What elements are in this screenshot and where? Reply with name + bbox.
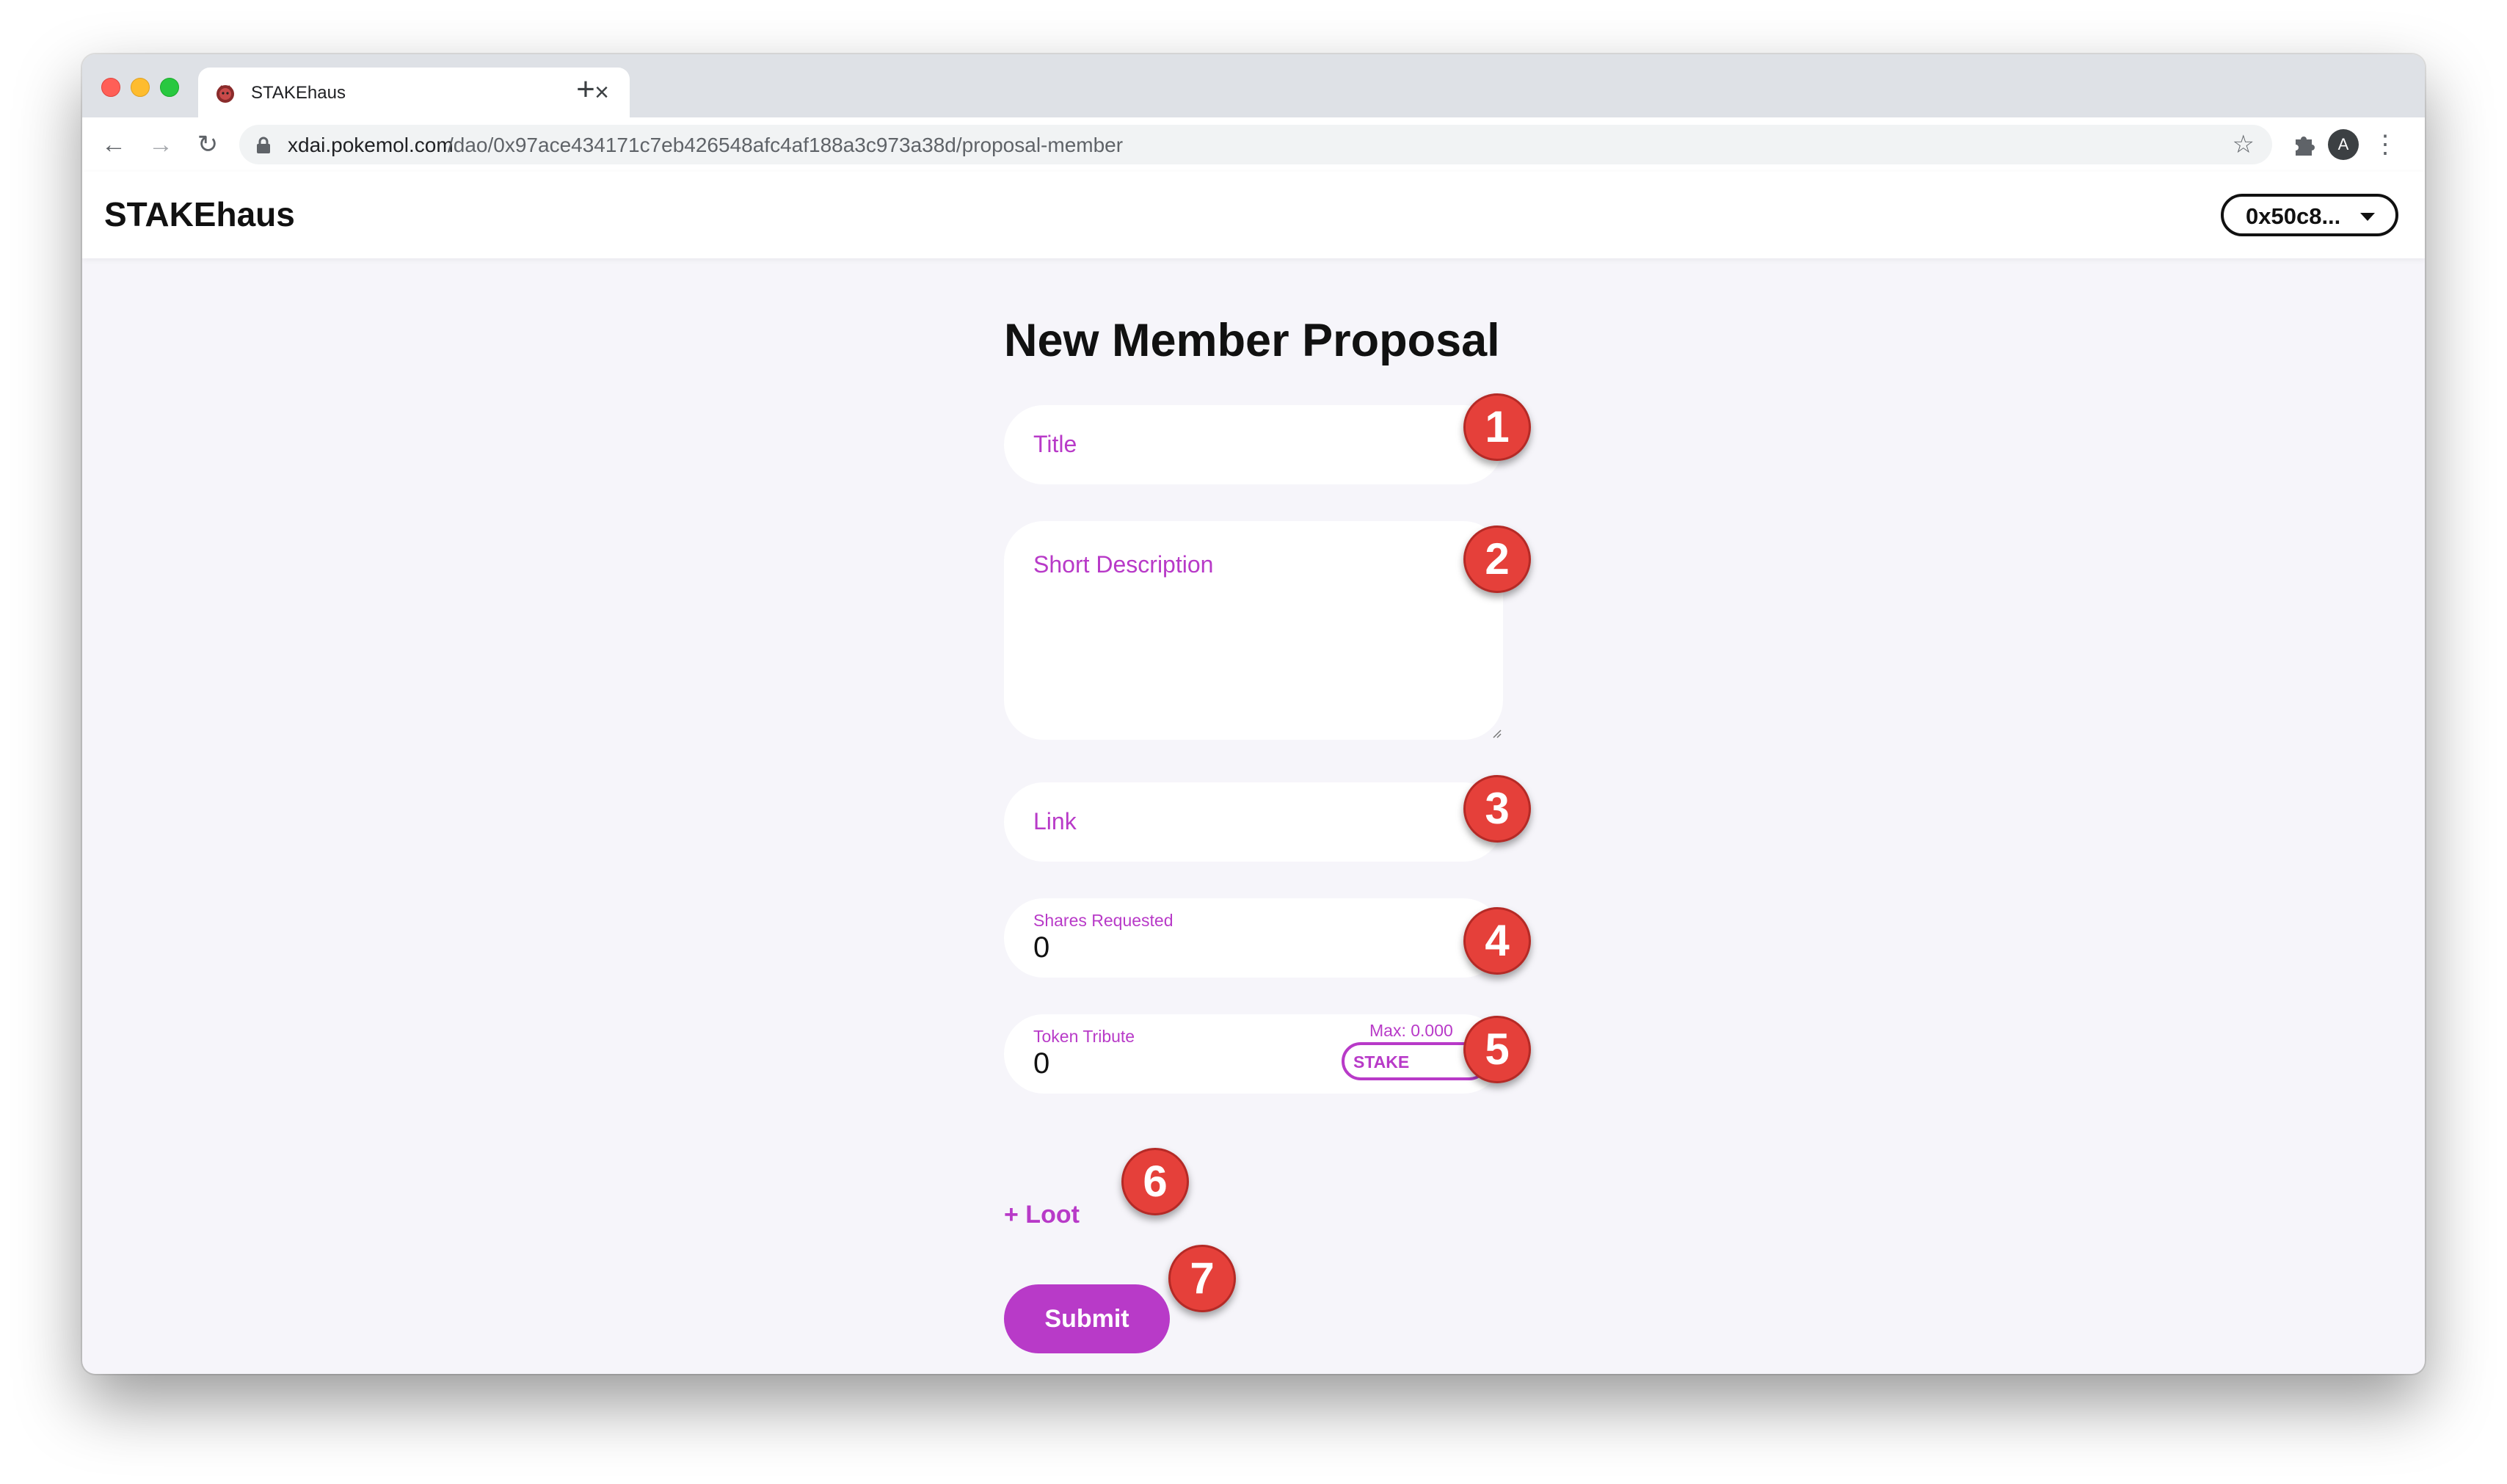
submit-button[interactable]: Submit [1004,1284,1170,1353]
title-input[interactable]: Title [1004,405,1503,484]
app-header: STAKEhaus 0x50c8... [82,172,2425,258]
browser-tab[interactable]: STAKEhaus × [198,68,630,117]
new-tab-icon[interactable]: + [567,70,605,109]
step-marker-2: 2 [1463,525,1531,593]
step-marker-5: 5 [1463,1016,1531,1083]
browser-window: STAKEhaus × + ← → ↻ xdai.pokemol.com /da… [82,54,2425,1374]
account-address: 0x50c8... [2246,203,2341,229]
description-placeholder: Short Description [1033,551,1214,578]
bookmark-star-icon[interactable]: ☆ [2233,131,2255,159]
favicon-icon [217,85,234,103]
step-marker-1: 1 [1463,393,1531,461]
shares-label: Shares Requested [1033,911,1174,930]
lock-icon [257,137,270,153]
tab-strip: STAKEhaus × + [82,54,2425,117]
forward-arrow-icon[interactable]: → [141,125,181,164]
step-marker-3: 3 [1463,775,1531,843]
url-path: /dao/0x97ace434171c7eb426548afc4af188a3c… [448,134,1124,156]
add-loot-button[interactable]: + Loot [1004,1199,1080,1230]
caret-down-icon [2360,213,2375,221]
shares-requested-input[interactable]: Shares Requested 0 [1004,898,1503,978]
shares-value: 0 [1033,931,1050,964]
token-symbol: STAKE [1353,1052,1410,1072]
address-bar[interactable]: xdai.pokemol.com /dao/0x97ace434171c7eb4… [239,125,2272,164]
back-arrow-icon[interactable]: ← [94,125,134,164]
step-marker-7: 7 [1168,1245,1236,1312]
close-window-button[interactable] [101,78,120,97]
minimize-window-button[interactable] [131,78,150,97]
page-title: New Member Proposal [1004,315,1500,366]
tribute-label: Token Tribute [1033,1027,1135,1046]
browser-toolbar: ← → ↻ xdai.pokemol.com /dao/0x97ace43417… [82,117,2425,173]
step-marker-4: 4 [1463,907,1531,975]
extensions-puzzle-icon[interactable] [2285,126,2322,163]
tribute-max-button[interactable]: Max: 0.000 [1369,1020,1453,1041]
more-vertical-icon[interactable]: ⋮ [2370,126,2400,163]
link-placeholder: Link [1033,808,1077,834]
token-tribute-input[interactable]: Token Tribute 0 Max: 0.000 STAKE [1004,1014,1503,1094]
maximize-window-button[interactable] [160,78,179,97]
account-button[interactable]: 0x50c8... [2221,194,2398,236]
submit-label: Submit [1044,1305,1129,1333]
link-input[interactable]: Link [1004,782,1503,862]
description-textarea[interactable]: Short Description [1004,521,1503,740]
app-brand[interactable]: STAKEhaus [104,194,295,235]
profile-avatar[interactable]: A [2328,129,2359,160]
tab-title: STAKEhaus [251,83,346,103]
reload-icon[interactable]: ↻ [188,125,228,164]
url-host: xdai.pokemol.com [288,134,454,156]
title-placeholder: Title [1033,431,1077,457]
resize-grip-icon[interactable] [1490,727,1502,738]
tribute-value: 0 [1033,1047,1050,1080]
step-marker-6: 6 [1121,1148,1189,1215]
